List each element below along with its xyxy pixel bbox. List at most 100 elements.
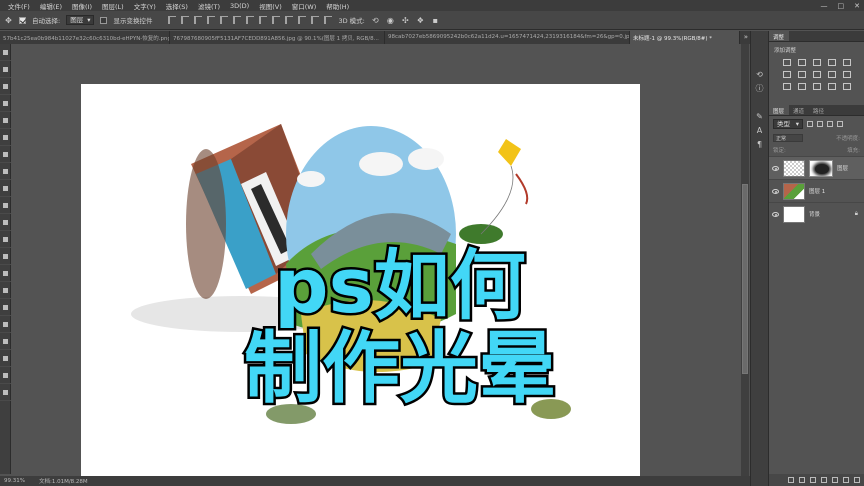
link-layers-icon[interactable]: [788, 477, 794, 483]
zoom-level[interactable]: 99.31%: [4, 478, 25, 484]
char-icon[interactable]: A: [751, 123, 768, 137]
tab-document-active[interactable]: 未标题-1 @ 99.3%(RGB/8#) *: [630, 31, 740, 44]
align-vcenter-icon[interactable]: [181, 16, 190, 24]
minimize-button[interactable]: —: [821, 2, 828, 10]
blend-mode-select[interactable]: 正常: [773, 134, 803, 142]
align-hcenter-icon[interactable]: [220, 16, 229, 24]
new-group-icon[interactable]: [832, 477, 838, 483]
eyedropper-tool[interactable]: [0, 129, 11, 146]
menu-window[interactable]: 窗口(W): [287, 1, 322, 11]
menu-select[interactable]: 选择(S): [161, 1, 193, 11]
new-layer-icon[interactable]: [843, 477, 849, 483]
brightness-icon[interactable]: [783, 59, 791, 66]
filter-pixel-icon[interactable]: [807, 121, 813, 127]
distribute-hcenter-icon[interactable]: [298, 16, 307, 24]
visibility-eye-icon[interactable]: [772, 188, 779, 194]
filter-shape-icon[interactable]: [837, 121, 843, 127]
move-tool-icon[interactable]: ✥: [4, 16, 13, 25]
brush-tool[interactable]: [0, 163, 11, 180]
3d-scale-icon[interactable]: ▪: [431, 16, 440, 25]
dodge-tool[interactable]: [0, 265, 11, 282]
3d-slide-icon[interactable]: ❖: [416, 16, 425, 25]
auto-select-dropdown[interactable]: 图层 ▾: [66, 15, 95, 25]
vibrance-icon[interactable]: [843, 59, 851, 66]
threshold-icon[interactable]: [813, 83, 821, 90]
distribute-top-icon[interactable]: [246, 16, 255, 24]
menu-image[interactable]: 图像(I): [67, 1, 97, 11]
menu-file[interactable]: 文件(F): [3, 1, 35, 11]
3d-roll-icon[interactable]: ◉: [386, 16, 395, 25]
trash-icon[interactable]: [854, 477, 860, 483]
filter-adjust-icon[interactable]: [817, 121, 823, 127]
new-adjustment-icon[interactable]: [821, 477, 827, 483]
align-right-icon[interactable]: [233, 16, 242, 24]
auto-select-checkbox[interactable]: [19, 16, 26, 24]
filter-type-icon[interactable]: [827, 121, 833, 127]
layer-kind-filter[interactable]: 类型 ▾: [773, 119, 803, 129]
3d-rotate-icon[interactable]: ⟲: [371, 16, 380, 25]
lasso-tool[interactable]: [0, 78, 11, 95]
tab-document-1[interactable]: 57b41c25ea0b984b11027e32c60c6310bd-eHPYN…: [0, 31, 170, 44]
more-tools[interactable]: [0, 384, 11, 401]
crop-tool[interactable]: [0, 112, 11, 129]
zoom-tool[interactable]: [0, 367, 11, 384]
menu-help[interactable]: 帮助(H): [321, 1, 354, 11]
menu-type[interactable]: 文字(Y): [129, 1, 161, 11]
tab-layers[interactable]: 图层: [769, 105, 790, 115]
layer-item[interactable]: 图层 1: [769, 179, 864, 202]
tab-channels[interactable]: 通道: [789, 105, 809, 115]
move-tool[interactable]: [0, 44, 11, 61]
paragraph-icon[interactable]: ¶: [751, 137, 768, 151]
distribute-left-icon[interactable]: [285, 16, 294, 24]
shape-tool[interactable]: [0, 333, 11, 350]
close-button[interactable]: ✕: [854, 2, 860, 10]
history-icon[interactable]: ⟲: [751, 67, 768, 81]
menu-layer[interactable]: 图层(L): [97, 1, 129, 11]
visibility-eye-icon[interactable]: [772, 165, 779, 171]
stamp-tool[interactable]: [0, 180, 11, 197]
visibility-eye-icon[interactable]: [772, 211, 779, 217]
align-bottom-icon[interactable]: [194, 16, 203, 24]
history-brush-tool[interactable]: [0, 197, 11, 214]
hue-saturation-icon[interactable]: [783, 71, 791, 78]
add-mask-icon[interactable]: [810, 477, 816, 483]
fx-icon[interactable]: [799, 477, 805, 483]
levels-icon[interactable]: [798, 59, 806, 66]
posterize-icon[interactable]: [798, 83, 806, 90]
gradient-map-icon[interactable]: [828, 83, 836, 90]
type-tool[interactable]: [0, 299, 11, 316]
brush-preset-icon[interactable]: ✎: [751, 109, 768, 123]
auto-align-icon[interactable]: [324, 16, 333, 24]
maximize-button[interactable]: □: [838, 2, 845, 10]
path-select-tool[interactable]: [0, 316, 11, 333]
layer-item[interactable]: 图层: [769, 156, 864, 179]
healing-tool[interactable]: [0, 146, 11, 163]
align-top-icon[interactable]: [168, 16, 177, 24]
photo-filter-icon[interactable]: [828, 71, 836, 78]
blur-tool[interactable]: [0, 248, 11, 265]
info-icon[interactable]: ⓘ: [751, 81, 768, 95]
gradient-tool[interactable]: [0, 231, 11, 248]
selective-color-icon[interactable]: [843, 83, 851, 90]
scrollbar-thumb[interactable]: [742, 184, 748, 374]
quick-select-tool[interactable]: [0, 95, 11, 112]
distribute-vcenter-icon[interactable]: [259, 16, 268, 24]
curves-icon[interactable]: [813, 59, 821, 66]
align-left-icon[interactable]: [207, 16, 216, 24]
menu-3d[interactable]: 3D(D): [225, 2, 254, 10]
pen-tool[interactable]: [0, 282, 11, 299]
hand-tool[interactable]: [0, 350, 11, 367]
canvas-vertical-scrollbar[interactable]: [741, 44, 749, 476]
marquee-tool[interactable]: [0, 61, 11, 78]
layer-item[interactable]: 背景 🔒︎: [769, 202, 864, 225]
black-white-icon[interactable]: [813, 71, 821, 78]
menu-edit[interactable]: 编辑(E): [35, 1, 67, 11]
distribute-bottom-icon[interactable]: [272, 16, 281, 24]
show-transform-checkbox[interactable]: [100, 16, 108, 24]
invert-icon[interactable]: [783, 83, 791, 90]
menu-view[interactable]: 视图(V): [254, 1, 287, 11]
3d-pan-icon[interactable]: ✣: [401, 16, 410, 25]
exposure-icon[interactable]: [828, 59, 836, 66]
distribute-right-icon[interactable]: [311, 16, 320, 24]
tab-paths[interactable]: 路径: [809, 105, 829, 115]
